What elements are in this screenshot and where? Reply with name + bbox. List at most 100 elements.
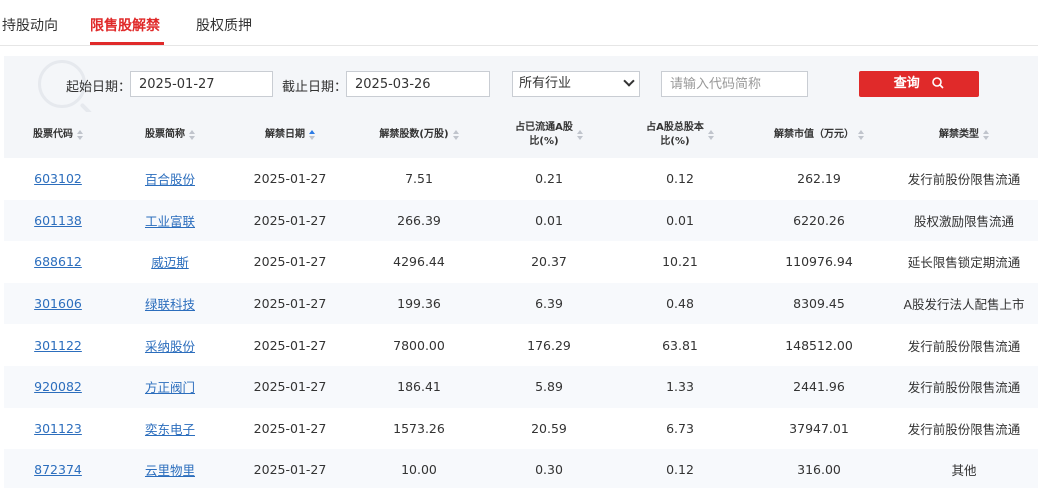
unlock-date-cell: 2025-01-27 [253,379,327,395]
sort-icon [576,130,583,140]
total-ratio-cell: 10.21 [662,254,698,270]
end-date-input[interactable] [346,71,490,97]
total-ratio-cell: 0.12 [666,171,694,187]
unlock-shares-cell: 10.00 [401,462,437,478]
unlock-shares-cell: 186.41 [397,379,441,395]
float-ratio-cell: 0.01 [535,212,563,228]
filter-bar: 起始日期： 截止日期： 所有行业 查询 [4,56,1038,112]
tab-bar: 持股动向 限售股解禁 股权质押 [0,0,1038,46]
sort-icon [858,130,864,140]
unlock-type-cell: 发行前股份限售流通 [907,421,1021,437]
stock-code-link[interactable]: 603102 [34,171,82,186]
table-body: 603102 百合股份 2025-01-27 7.51 0.21 0.12 26… [4,158,1038,488]
query-button[interactable]: 查询 [859,71,979,97]
unlock-value-cell: 262.19 [797,171,841,187]
float-ratio-cell: 6.39 [535,296,563,312]
industry-select-value: 所有行业 [519,76,572,91]
header-unlock-shares[interactable]: 解禁股数(万股) [352,112,486,158]
stock-code-link[interactable]: 301123 [34,421,82,436]
stock-name-link[interactable]: 采纳股份 [145,336,195,355]
unlock-type-cell: 发行前股份限售流通 [907,338,1021,354]
unlock-value-cell: 2441.96 [793,379,845,395]
unlock-date-cell: 2025-01-27 [253,296,327,312]
unlock-type-cell: A股发行法人配售上市 [903,297,1025,313]
float-ratio-cell: 20.37 [531,254,567,270]
stock-code-link[interactable]: 920082 [34,379,82,394]
unlock-date-cell: 2025-01-27 [253,462,327,478]
header-float-ratio[interactable]: 占已流通A股 比(%) [486,112,612,158]
stock-code-link[interactable]: 301606 [34,296,82,311]
table-row: 920082 方正阀门 2025-01-27 186.41 5.89 1.33 … [4,365,1038,408]
unlock-type-cell: 股权激励限售流通 [913,213,1014,229]
table-row: 601138 工业富联 2025-01-27 266.39 0.01 0.01 … [4,199,1038,242]
unlock-type-cell: 其他 [951,463,977,479]
header-unlock-type[interactable]: 解禁类型 [890,112,1038,158]
unlock-type-cell: 发行前股份限售流通 [907,172,1021,188]
header-stock-code[interactable]: 股票代码 [4,112,112,158]
tab-equity-pledge[interactable]: 股权质押 [196,15,252,35]
stock-name-link[interactable]: 奕东电子 [145,419,195,438]
unlock-shares-cell: 199.36 [397,296,441,312]
unlock-shares-cell: 1573.26 [393,420,445,436]
unlock-date-cell: 2025-01-27 [253,212,327,228]
header-total-ratio[interactable]: 占A股总股本 比(%) [612,112,748,158]
table-row: 872374 云里物里 2025-01-27 10.00 0.30 0.12 3… [4,449,1038,488]
unlock-date-cell: 2025-01-27 [253,420,327,436]
tab-holdings-trend[interactable]: 持股动向 [2,15,58,35]
total-ratio-cell: 0.12 [666,462,694,478]
sort-icon [189,130,195,140]
start-date-label: 起始日期： [66,80,132,95]
stock-name-link[interactable]: 威迈斯 [151,252,189,271]
query-button-label: 查询 [893,76,920,91]
unlock-value-cell: 37947.01 [789,420,849,436]
sort-icon [707,130,714,140]
stock-name-link[interactable]: 云里物里 [145,460,195,479]
start-date-input[interactable] [130,71,273,97]
stock-name-link[interactable]: 百合股份 [145,169,195,188]
float-ratio-cell: 5.89 [535,379,563,395]
sort-icon [452,130,459,140]
search-icon [932,76,944,89]
unlock-value-cell: 148512.00 [785,337,853,353]
stock-name-link[interactable]: 工业富联 [145,211,195,230]
unlock-value-cell: 6220.26 [793,212,845,228]
table-row: 603102 百合股份 2025-01-27 7.51 0.21 0.12 26… [4,158,1038,200]
unlock-shares-cell: 7800.00 [393,337,445,353]
stock-code-link[interactable]: 688612 [34,254,82,269]
unlock-value-cell: 316.00 [797,462,841,478]
total-ratio-cell: 1.33 [666,379,694,395]
float-ratio-cell: 0.30 [535,462,563,478]
unlock-type-cell: 延长限售锁定期流通 [907,255,1021,271]
stock-code-link[interactable]: 601138 [34,213,82,228]
chevron-down-icon [623,75,635,87]
stock-code-link[interactable]: 872374 [34,462,82,477]
total-ratio-cell: 0.01 [666,212,694,228]
sort-ascending-icon [309,130,315,140]
header-stock-name[interactable]: 股票简称 [112,112,228,158]
unlock-date-cell: 2025-01-27 [253,337,327,353]
float-ratio-cell: 176.29 [527,337,571,353]
stock-code-link[interactable]: 301122 [34,338,82,353]
stock-name-link[interactable]: 绿联科技 [145,294,195,313]
unlock-value-cell: 110976.94 [785,254,853,270]
unlock-value-cell: 8309.45 [793,296,845,312]
table-header: 股票代码 股票简称 解禁日期 解禁股数(万股) 占已流通A股 比(%) 占A股总股… [4,112,1038,158]
total-ratio-cell: 6.73 [666,420,694,436]
unlock-shares-cell: 266.39 [397,212,441,228]
float-ratio-cell: 0.21 [535,171,563,187]
table-row: 301606 绿联科技 2025-01-27 199.36 6.39 0.48 … [4,282,1038,325]
header-unlock-date[interactable]: 解禁日期 [228,112,352,158]
unlock-type-cell: 发行前股份限售流通 [907,380,1021,396]
stock-search-input[interactable] [661,71,808,97]
table-row: 301122 采纳股份 2025-01-27 7800.00 176.29 63… [4,324,1038,366]
industry-select[interactable]: 所有行业 [512,71,640,97]
stock-name-link[interactable]: 方正阀门 [145,377,195,396]
unlock-shares-cell: 4296.44 [393,254,445,270]
active-tab-indicator [90,42,164,45]
total-ratio-cell: 0.48 [666,296,694,312]
table-row: 688612 威迈斯 2025-01-27 4296.44 20.37 10.2… [4,241,1038,283]
table-row: 301123 奕东电子 2025-01-27 1573.26 20.59 6.7… [4,408,1038,450]
header-unlock-value[interactable]: 解禁市值（万元） [748,112,890,158]
tab-restricted-shares-unlock[interactable]: 限售股解禁 [90,15,160,35]
sort-icon [77,130,83,140]
